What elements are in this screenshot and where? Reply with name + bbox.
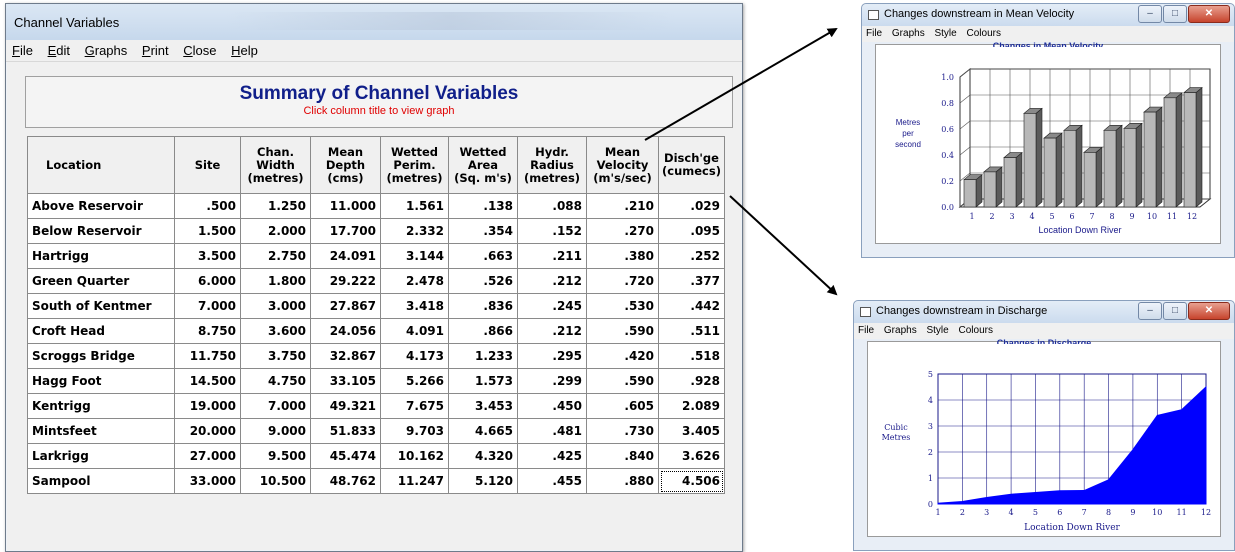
annotation-arrows <box>644 27 838 296</box>
arrow-to-discharge-graph <box>729 195 838 296</box>
arrow-to-velocity-graph <box>644 27 838 141</box>
